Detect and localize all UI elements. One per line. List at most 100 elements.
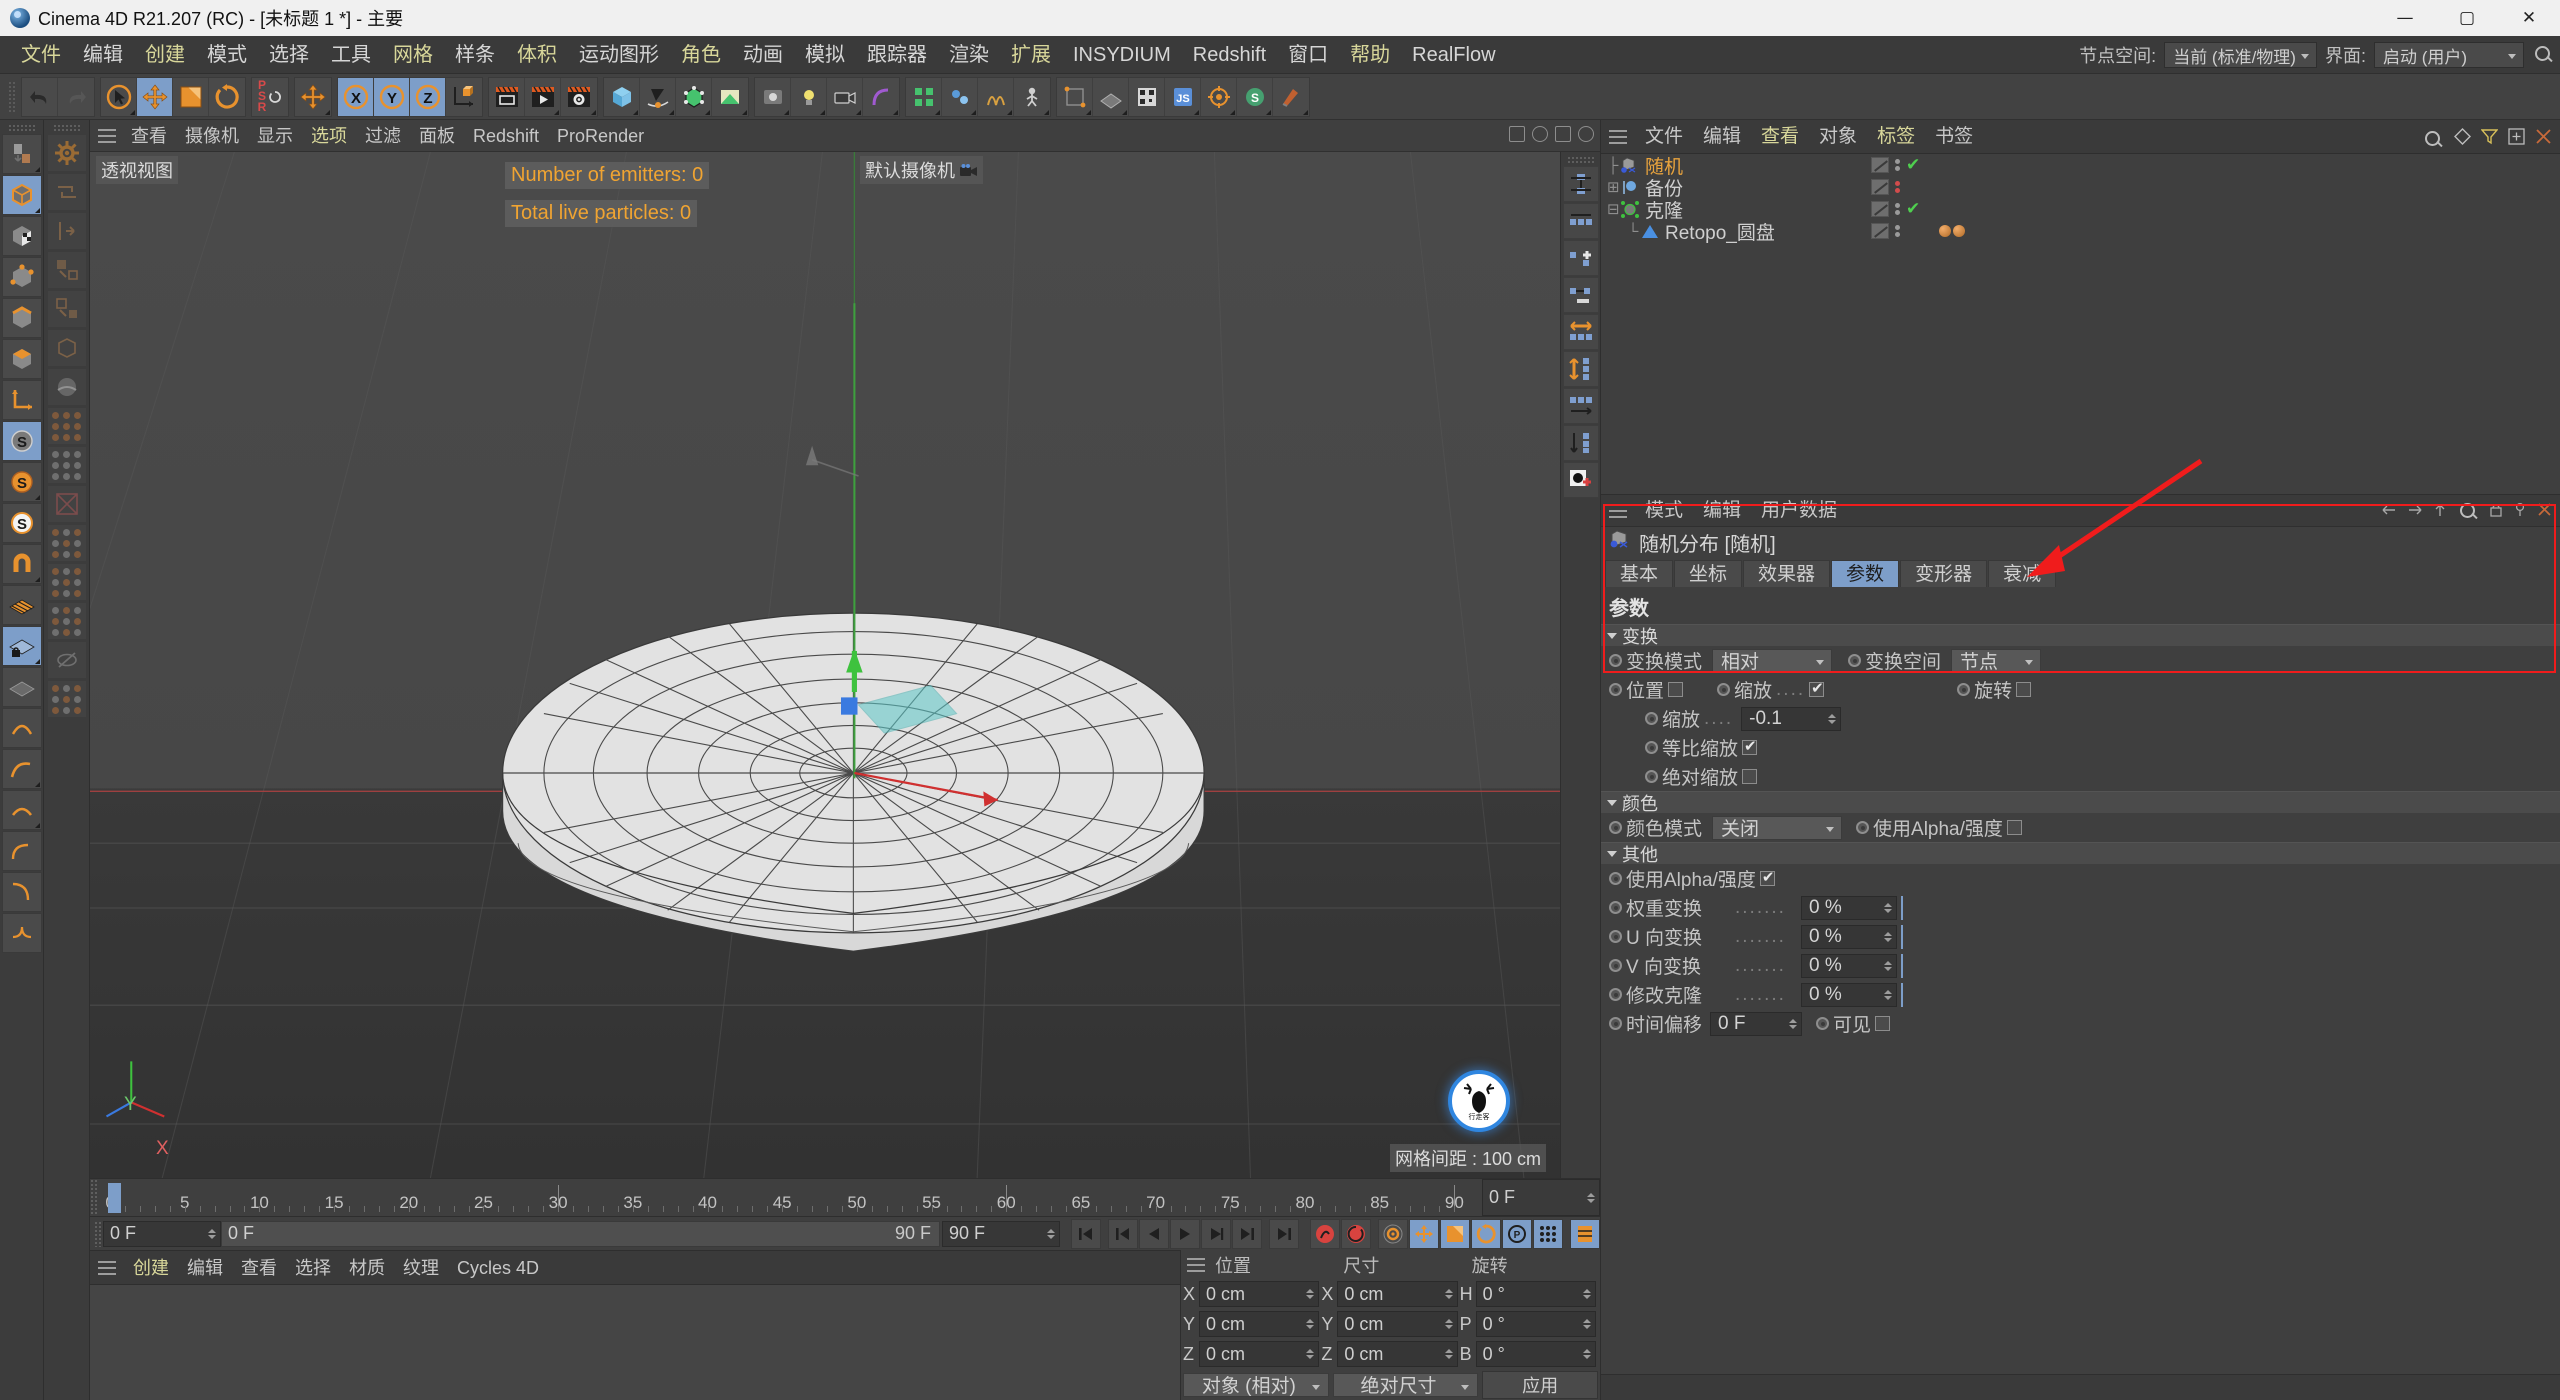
timeline-playhead[interactable] bbox=[108, 1183, 122, 1213]
main-menu-item-18[interactable]: 窗口 bbox=[1277, 36, 1339, 74]
go-to-end-icon[interactable] bbox=[1269, 1218, 1299, 1249]
layout-dropdown[interactable]: 启动 (用户) bbox=[2374, 42, 2524, 68]
rotation-field[interactable]: 0 ° bbox=[1475, 1281, 1596, 1308]
param-toggle-icon[interactable] bbox=[1645, 770, 1658, 783]
param-toggle-icon[interactable] bbox=[1609, 930, 1622, 943]
time-effector-icon[interactable] bbox=[46, 680, 87, 718]
timeline-grip[interactable] bbox=[90, 1179, 99, 1216]
object-tree[interactable]: ├ 随机 ✔ ⊞ 备份 ⊟ 克隆 ✔ └ Retopo_圆盘 bbox=[1601, 154, 2560, 494]
param-toggle-icon[interactable] bbox=[1645, 712, 1658, 725]
rotation-checkbox[interactable] bbox=[2016, 682, 2032, 697]
material-menu-item-2[interactable]: 查看 bbox=[232, 1251, 286, 1285]
viewport-single-icon[interactable] bbox=[1509, 126, 1525, 142]
param-toggle-icon[interactable] bbox=[1957, 683, 1971, 696]
rotation-spinner[interactable] bbox=[1582, 1349, 1591, 1360]
main-menu-item-8[interactable]: 体积 bbox=[506, 36, 568, 74]
psr-lock-button[interactable]: PSR bbox=[252, 77, 288, 116]
material-menu-item-0[interactable]: 创建 bbox=[124, 1251, 178, 1285]
sculpt-button[interactable]: S bbox=[1237, 77, 1273, 116]
attribute-menu-item-2[interactable]: 用户数据 bbox=[1751, 495, 1847, 527]
brush-icon[interactable] bbox=[1, 749, 42, 789]
param-toggle-icon[interactable] bbox=[1609, 654, 1622, 667]
slider-track[interactable] bbox=[1901, 953, 2560, 978]
object-manager-menu-icon[interactable] bbox=[1609, 129, 1627, 144]
value-spinner[interactable] bbox=[1828, 713, 1837, 724]
param-toggle-icon[interactable] bbox=[1609, 872, 1622, 885]
size-mode-dropdown[interactable]: 绝对尺寸 bbox=[1332, 1372, 1479, 1397]
param-checkbox[interactable] bbox=[1742, 769, 1758, 784]
workplane-icon[interactable] bbox=[1, 585, 42, 625]
main-menu-item-3[interactable]: 模式 bbox=[196, 36, 258, 74]
world-move-button[interactable] bbox=[295, 77, 331, 116]
tag-icon[interactable] bbox=[1871, 201, 1889, 217]
slider-value-field[interactable]: 0 % bbox=[1801, 982, 1897, 1007]
material-menu-item-1[interactable]: 编辑 bbox=[178, 1251, 232, 1285]
magnet-icon[interactable] bbox=[1, 544, 42, 584]
main-menu-item-20[interactable]: RealFlow bbox=[1401, 36, 1506, 74]
timeline-track[interactable]: 051015202530354045505560657075808590 bbox=[99, 1179, 1482, 1216]
primitive-cube-button[interactable] bbox=[604, 77, 640, 116]
rotate-tool-button[interactable] bbox=[209, 77, 245, 116]
object-menu-item-1[interactable]: 编辑 bbox=[1693, 120, 1751, 154]
main-menu-item-14[interactable]: 渲染 bbox=[938, 36, 1000, 74]
axis-mode-icon[interactable] bbox=[1, 380, 42, 420]
param-toggle-icon[interactable] bbox=[1609, 1017, 1622, 1030]
outline-square-icon[interactable] bbox=[46, 290, 87, 328]
redo-button[interactable] bbox=[58, 77, 94, 116]
use-alpha-checkbox[interactable] bbox=[2006, 820, 2022, 835]
main-menu-item-19[interactable]: 帮助 bbox=[1339, 36, 1401, 74]
main-menu-item-1[interactable]: 编辑 bbox=[72, 36, 134, 74]
render-space-dropdown[interactable]: 当前 (标准/物理) bbox=[2164, 42, 2317, 68]
key-param-icon[interactable] bbox=[1378, 1218, 1408, 1249]
pin-icon[interactable] bbox=[2513, 501, 2527, 523]
lock-icon[interactable] bbox=[2489, 501, 2503, 523]
material-menu-item-6[interactable]: Cycles 4D bbox=[448, 1251, 548, 1285]
material-menu-icon[interactable] bbox=[98, 1260, 116, 1275]
value-spinner[interactable] bbox=[1884, 960, 1892, 971]
material-menu-item-3[interactable]: 选择 bbox=[286, 1251, 340, 1285]
size-spinner[interactable] bbox=[1444, 1349, 1453, 1360]
object-axis-icon[interactable]: S bbox=[1, 462, 42, 502]
attribute-tab-1[interactable]: 坐标 bbox=[1674, 560, 1743, 587]
visibility-dots[interactable] bbox=[1895, 181, 1900, 193]
move-tool-button[interactable] bbox=[137, 77, 173, 116]
back-arrow-icon[interactable] bbox=[2381, 501, 2397, 523]
workplane-button[interactable] bbox=[1093, 77, 1129, 116]
key-position-icon[interactable] bbox=[1409, 1218, 1439, 1249]
filter-icon[interactable] bbox=[2480, 128, 2499, 151]
attribute-menu-item-0[interactable]: 模式 bbox=[1635, 495, 1693, 527]
param-toggle-icon[interactable] bbox=[1717, 683, 1731, 696]
rotation-spinner[interactable] bbox=[1582, 1289, 1591, 1300]
position-checkbox[interactable] bbox=[1668, 682, 1684, 697]
render-settings-button[interactable] bbox=[561, 77, 597, 116]
value-spinner[interactable] bbox=[1884, 989, 1892, 1000]
material-menu-item-5[interactable]: 纹理 bbox=[394, 1251, 448, 1285]
tree-branch-glyph[interactable]: ⊞ bbox=[1607, 178, 1620, 196]
sculpt-grid-icon[interactable] bbox=[1, 790, 42, 830]
param-toggle-icon[interactable] bbox=[1609, 821, 1622, 834]
position-field[interactable]: 0 cm bbox=[1199, 1281, 1320, 1308]
main-menu-item-4[interactable]: 选择 bbox=[258, 36, 320, 74]
shader-effector-icon[interactable] bbox=[46, 602, 87, 640]
simulate-button[interactable] bbox=[942, 77, 978, 116]
collapse-triangle-icon[interactable] bbox=[1607, 850, 1617, 857]
main-menu-item-6[interactable]: 网格 bbox=[382, 36, 444, 74]
value-spinner[interactable] bbox=[1884, 902, 1892, 913]
param-toggle-icon[interactable] bbox=[1609, 901, 1622, 914]
viewport-menu-item-4[interactable]: 过滤 bbox=[356, 120, 410, 152]
next-key-icon[interactable] bbox=[1232, 1218, 1262, 1249]
curve3-icon[interactable] bbox=[1, 913, 42, 953]
position-field[interactable]: 0 cm bbox=[1199, 1311, 1320, 1338]
main-menu-item-0[interactable]: 文件 bbox=[10, 36, 72, 74]
main-menu-item-2[interactable]: 创建 bbox=[134, 36, 196, 74]
autokey-icon[interactable] bbox=[1341, 1218, 1371, 1249]
key-rotation-icon[interactable] bbox=[1471, 1218, 1501, 1249]
preview-range-bar[interactable]: 0 F 90 F bbox=[221, 1220, 940, 1247]
edge-mode-icon[interactable] bbox=[1, 298, 42, 338]
add-icon[interactable] bbox=[2508, 128, 2525, 151]
minimize-button[interactable]: — bbox=[2374, 0, 2436, 36]
viewport-menu-item-1[interactable]: 摄像机 bbox=[176, 120, 248, 152]
swap-arrows-icon[interactable] bbox=[46, 173, 87, 211]
viewport-menu-icon[interactable] bbox=[98, 128, 116, 143]
curve-icon[interactable] bbox=[1, 831, 42, 871]
